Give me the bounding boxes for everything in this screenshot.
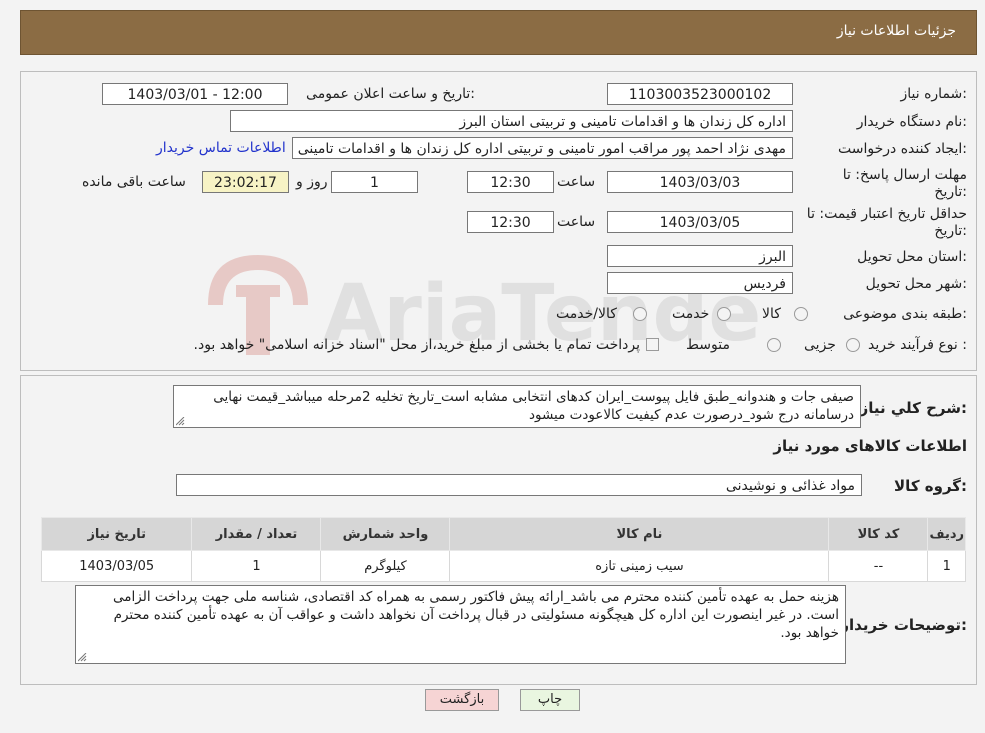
- goods-section-title: اطلاعات کالاهای مورد نیاز: [773, 437, 967, 455]
- buyer-contact-link[interactable]: اطلاعات تماس خریدار: [156, 140, 286, 156]
- column-header: واحد شمارش: [320, 517, 451, 551]
- column-header: تاریخ نیاز: [40, 517, 193, 551]
- table-header-row: ردیف کد کالا نام کالا واحد شمارش تعداد /…: [40, 517, 966, 551]
- reply-deadline-label-2: تاریخ:: [934, 184, 967, 200]
- remaining-time-label: ساعت باقی مانده: [82, 174, 186, 190]
- buyer-org-field[interactable]: اداره کل زندان ها و اقدامات تامینی و ترب…: [230, 110, 793, 132]
- process-note: پرداخت تمام یا بخشی از مبلغ خرید،از محل …: [193, 337, 640, 353]
- reply-date-field[interactable]: 1403/03/03: [607, 171, 793, 193]
- validity-label: حداقل تاریخ اعتبار قیمت: تا: [806, 206, 967, 222]
- buyer-notes-text: هزینه حمل به عهده تأمین کننده محترم می ب…: [113, 589, 839, 641]
- days-field[interactable]: 1: [331, 171, 418, 193]
- table-cell: کیلوگرم: [320, 550, 451, 582]
- page-header: جزئیات اطلاعات نیاز: [20, 10, 977, 55]
- validity-label-2: تاریخ:: [934, 223, 967, 239]
- resize-handle-icon[interactable]: [176, 417, 185, 426]
- category-option-goods: کالا: [762, 306, 781, 322]
- validity-time-field[interactable]: 12:30: [467, 211, 554, 233]
- validity-time-label: ساعت: [557, 214, 596, 230]
- category-radio-goods[interactable]: [794, 307, 808, 321]
- announce-field[interactable]: 1403/03/01 - 12:00: [102, 83, 288, 105]
- print-button[interactable]: چاپ: [520, 689, 580, 711]
- days-label: روز و: [296, 174, 328, 190]
- validity-date-field[interactable]: 1403/03/05: [607, 211, 793, 233]
- description-text: صیفی جات و هندوانه_طبق فایل پیوست_ایران …: [213, 389, 854, 423]
- table-cell: 1403/03/05: [40, 550, 193, 582]
- city-field[interactable]: فردیس: [607, 272, 793, 294]
- creator-label: ایجاد کننده درخواست:: [838, 141, 967, 157]
- table-cell: سیب زمینی تازه: [449, 550, 830, 582]
- table-cell: 1: [927, 550, 966, 582]
- category-option-service: خدمت: [672, 306, 710, 322]
- goods-group-label: گروه کالا:: [894, 477, 967, 495]
- city-label: شهر محل تحویل:: [865, 276, 967, 292]
- column-header: کد کالا: [828, 517, 929, 551]
- treasury-checkbox[interactable]: [646, 338, 659, 351]
- reply-time-field[interactable]: 12:30: [467, 171, 554, 193]
- goods-group-field[interactable]: مواد غذائی و نوشیدنی: [176, 474, 862, 496]
- column-header: تعداد / مقدار: [191, 517, 322, 551]
- remaining-time-field: 23:02:17: [202, 171, 289, 193]
- back-button[interactable]: بازگشت: [425, 689, 499, 711]
- table-cell: --: [828, 550, 929, 582]
- description-textarea[interactable]: صیفی جات و هندوانه_طبق فایل پیوست_ایران …: [173, 385, 861, 428]
- buyer-org-label: نام دستگاه خریدار:: [856, 114, 967, 130]
- resize-handle-icon[interactable]: [78, 653, 87, 662]
- column-header: نام کالا: [449, 517, 830, 551]
- need-number-label: شماره نیاز:: [900, 86, 967, 102]
- description-label: شرح کلي نياز:: [859, 399, 967, 417]
- process-label: نوع فرآیند خرید :: [868, 337, 967, 353]
- province-label: استان محل تحویل:: [857, 249, 967, 265]
- reply-time-label: ساعت: [557, 174, 596, 190]
- buyer-notes-label: توضیحات خریدار:: [840, 616, 967, 634]
- need-number-field[interactable]: 1103003523000102: [607, 83, 793, 105]
- category-radio-goods-service[interactable]: [633, 307, 647, 321]
- category-option-goods-service: کالا/خدمت: [556, 306, 617, 322]
- category-radio-service[interactable]: [717, 307, 731, 321]
- column-header: ردیف: [927, 517, 966, 551]
- province-field[interactable]: البرز: [607, 245, 793, 267]
- process-option-minor: جزیی: [804, 337, 836, 353]
- reply-deadline-label: مهلت ارسال پاسخ: تا: [842, 167, 967, 183]
- process-radio-medium[interactable]: [767, 338, 781, 352]
- announce-label: تاریخ و ساعت اعلان عمومی:: [306, 86, 475, 102]
- table-cell: 1: [191, 550, 322, 582]
- category-label: طبقه بندی موضوعی:: [843, 306, 967, 322]
- buyer-notes-textarea[interactable]: هزینه حمل به عهده تأمین کننده محترم می ب…: [75, 585, 846, 664]
- page-title: جزئیات اطلاعات نیاز: [836, 23, 956, 39]
- table-row[interactable]: 1 -- سیب زمینی تازه کیلوگرم 1 1403/03/05: [40, 550, 966, 582]
- process-option-medium: متوسط: [686, 337, 730, 353]
- creator-field[interactable]: مهدی نژاد احمد پور مراقب امور تامینی و ت…: [292, 137, 793, 159]
- process-radio-minor[interactable]: [846, 338, 860, 352]
- goods-table: ردیف کد کالا نام کالا واحد شمارش تعداد /…: [40, 517, 966, 582]
